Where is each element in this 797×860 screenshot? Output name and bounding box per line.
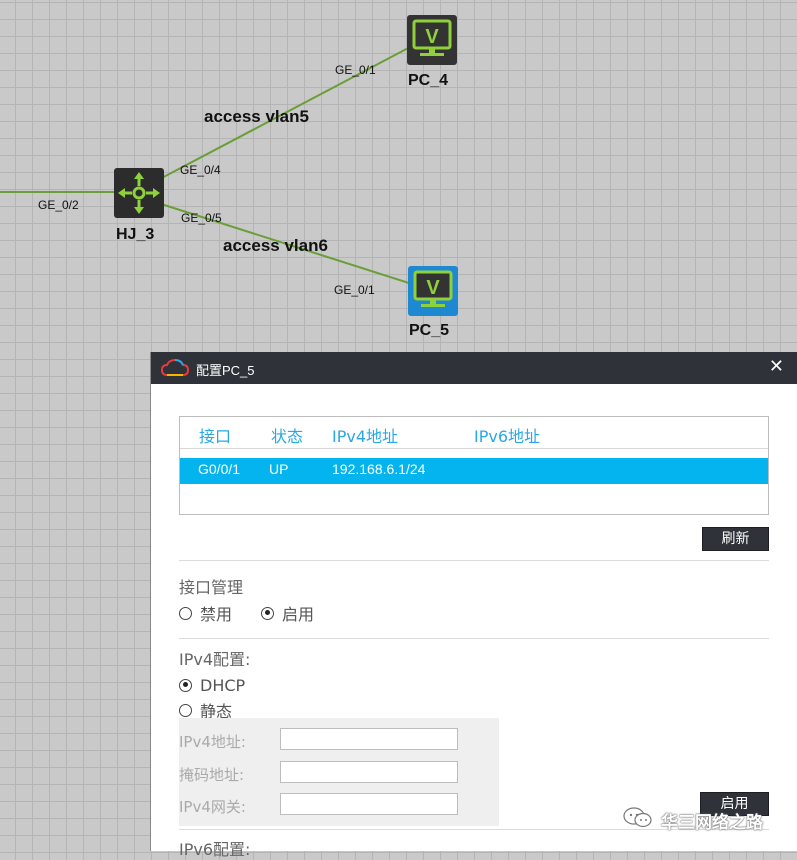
close-icon[interactable]: ✕: [769, 356, 784, 377]
switch-hj3-icon[interactable]: [114, 168, 164, 222]
refresh-button[interactable]: 刷新: [702, 527, 769, 551]
ipv4-address-label: IPv4地址:: [179, 733, 246, 751]
pc4-icon[interactable]: V: [407, 15, 457, 69]
radio-enable[interactable]: 启用: [261, 603, 315, 624]
interface-table: 接口 状态 IPv4地址 IPv6地址 G0/0/1 UP 192.168.6.…: [179, 416, 769, 515]
hj3-ge02-label: GE_0/2: [38, 198, 79, 212]
pc5-name: PC_5: [409, 322, 450, 339]
ipv4-gateway-input[interactable]: [280, 793, 458, 815]
radio-dhcp-circle: [179, 678, 192, 692]
ipv4-address-input[interactable]: [280, 728, 458, 750]
vlan6-link-label: access vlan6: [223, 236, 328, 255]
radio-dhcp-label: DHCP: [200, 675, 246, 695]
col-interface: 接口: [199, 427, 232, 446]
ipv4-gateway-label: IPv4网关:: [179, 798, 246, 816]
hj3-name: HJ_3: [116, 226, 155, 243]
radio-enable-label: 启用: [282, 605, 315, 624]
divider: [179, 560, 769, 561]
radio-enable-circle: [261, 606, 274, 620]
dialog-title: 配置PC_5: [196, 363, 255, 378]
ipv6-config-label: IPv6配置:: [179, 840, 251, 859]
hj3-ge04-label: GE_0/4: [180, 163, 221, 177]
wechat-icon: [623, 806, 653, 834]
ipv4-config-label: IPv4配置:: [179, 650, 251, 669]
svg-text:V: V: [425, 26, 439, 48]
col-status: 状态: [271, 427, 304, 446]
interface-mgmt-label: 接口管理: [179, 578, 244, 597]
pc5-port-label: GE_0/1: [334, 283, 375, 297]
mask-address-input[interactable]: [280, 761, 458, 783]
pc4-name: PC_4: [408, 72, 449, 89]
radio-disable[interactable]: 禁用: [179, 603, 233, 624]
radio-disable-circle: [179, 606, 192, 620]
dialog-titlebar[interactable]: 配置PC_5 ✕: [151, 352, 797, 384]
col-ipv4: IPv4地址: [332, 427, 399, 446]
watermark: 华三网络之路: [623, 806, 763, 834]
watermark-text: 华三网络之路: [661, 812, 763, 833]
table-row[interactable]: G0/0/1 UP 192.168.6.1/24: [180, 458, 768, 484]
cell-ipv4: 192.168.6.1/24: [332, 461, 426, 477]
vlan5-link-label: access vlan5: [204, 107, 309, 126]
table-header-divider: [180, 448, 768, 449]
config-dialog: 配置PC_5 ✕ 接口 状态 IPv4地址 IPv6地址 G0/0/1 UP 1…: [150, 352, 797, 859]
cell-interface: G0/0/1: [198, 461, 241, 477]
mask-address-label: 掩码地址:: [179, 766, 245, 784]
radio-static[interactable]: 静态: [179, 700, 232, 721]
divider: [179, 638, 769, 639]
radio-static-circle: [179, 703, 192, 717]
radio-disable-label: 禁用: [200, 605, 233, 624]
cell-status: UP: [269, 461, 289, 477]
pc5-icon[interactable]: V: [408, 266, 458, 320]
svg-text:V: V: [426, 277, 440, 299]
pc4-port-label: GE_0/1: [335, 63, 376, 77]
static-ip-panel: IPv4地址: 掩码地址: IPv4网关:: [179, 718, 499, 826]
radio-dhcp[interactable]: DHCP: [179, 675, 245, 695]
hj3-ge05-label: GE_0/5: [181, 211, 222, 225]
col-ipv6: IPv6地址: [474, 427, 541, 446]
cloud-logo-icon: [160, 358, 190, 381]
